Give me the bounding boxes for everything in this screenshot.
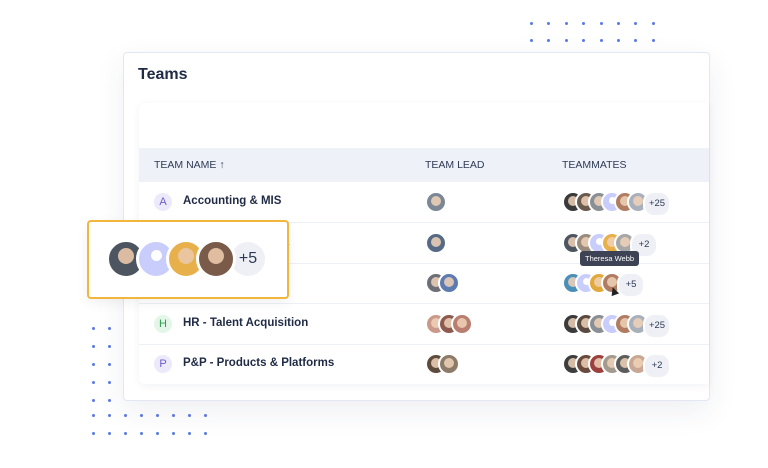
- avatar[interactable]: [451, 313, 473, 335]
- table-row[interactable]: P P&P - Products & Platforms +2: [139, 344, 709, 384]
- zoom-avatar-group: +5: [106, 239, 268, 279]
- team-lead-avatars[interactable]: [425, 272, 460, 294]
- teammates-avatars[interactable]: +5: [562, 272, 645, 298]
- team-lead-avatars[interactable]: [425, 191, 447, 213]
- more-teammates-count[interactable]: +25: [643, 313, 671, 339]
- dot-pattern-bottom: [92, 414, 220, 435]
- teammates-avatars[interactable]: +25: [562, 313, 671, 339]
- table-row[interactable]: H HR - Talent Acquisition +25: [139, 304, 709, 345]
- column-header-team-name[interactable]: TEAM NAME ↑: [154, 159, 225, 171]
- team-initial-badge: P: [154, 355, 172, 373]
- table-row[interactable]: A Accounting & MIS +25: [139, 182, 709, 223]
- column-header-teammates[interactable]: TEAMMATES: [562, 159, 627, 171]
- more-teammates-count[interactable]: +2: [643, 353, 671, 379]
- teammate-tooltip: Theresa Webb: [580, 251, 640, 266]
- team-name[interactable]: HR - Talent Acquisition: [183, 317, 308, 329]
- dot-pattern-left: [92, 327, 124, 402]
- dot-pattern-top: [530, 22, 669, 42]
- avatar[interactable]: [438, 272, 460, 294]
- team-lead-avatars[interactable]: [425, 353, 460, 375]
- teammates-zoom-callout: +5: [87, 220, 289, 299]
- team-name[interactable]: P&P - Products & Platforms: [183, 357, 334, 369]
- team-initial-badge: A: [154, 193, 172, 211]
- avatar[interactable]: [425, 232, 447, 254]
- team-lead-avatars[interactable]: [425, 232, 447, 254]
- more-teammates-count[interactable]: +5: [617, 272, 645, 298]
- teammates-avatars[interactable]: +2: [562, 353, 671, 379]
- teammates-avatars[interactable]: +25: [562, 191, 671, 217]
- avatar[interactable]: [425, 191, 447, 213]
- team-initial-badge: H: [154, 315, 172, 333]
- avatar: [196, 239, 236, 279]
- more-teammates-count[interactable]: +25: [643, 191, 671, 217]
- avatar[interactable]: [438, 353, 460, 375]
- team-lead-avatars[interactable]: [425, 313, 473, 335]
- table-header: TEAM NAME ↑ TEAM LEAD TEAMMATES: [139, 148, 709, 182]
- team-name[interactable]: Accounting & MIS: [183, 195, 281, 207]
- column-header-team-lead[interactable]: TEAM LEAD: [425, 159, 485, 171]
- page-title: Teams: [138, 66, 188, 83]
